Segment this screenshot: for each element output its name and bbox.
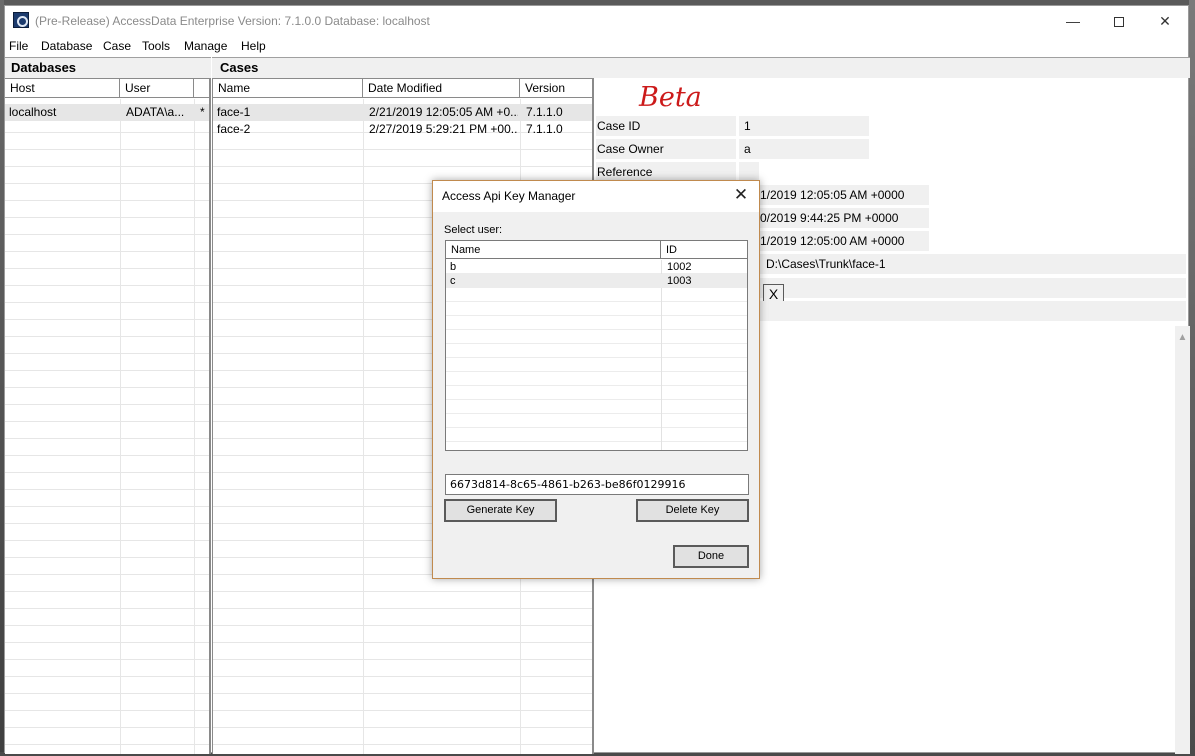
modified-date-value: 1/2019 12:05:00 AM +0000 <box>755 231 929 251</box>
user-id-cell: 1002 <box>667 261 692 273</box>
column-divider <box>194 99 195 754</box>
table-row[interactable]: face-1 2/21/2019 12:05:05 AM +0... 7.1.1… <box>213 104 592 121</box>
user-list[interactable]: Name ID b 1002 c 1003 <box>445 240 748 451</box>
api-key-field[interactable]: 6673d814-8c65-4861-b263-be86f0129916 <box>445 474 749 495</box>
accessed-date-value: 0/2019 9:44:25 PM +0000 <box>755 208 929 228</box>
case-id-label: Case ID <box>596 116 736 136</box>
list-item[interactable]: b 1002 <box>446 260 747 274</box>
dialog-title-bar[interactable]: Access Api Key Manager ✕ <box>433 181 759 212</box>
reference-value <box>739 162 759 182</box>
maximize-button[interactable] <box>1096 6 1142 36</box>
scroll-up-arrow-icon[interactable]: ▲ <box>1175 332 1190 343</box>
menu-help[interactable]: Help <box>241 39 266 53</box>
case-id-value: 1 <box>739 116 869 136</box>
databases-grid: Host User localhost ADATA\a... * <box>5 78 211 754</box>
user-name-cell: c <box>450 275 456 287</box>
column-header-marker[interactable] <box>194 79 209 98</box>
detail-row-blank <box>755 301 1186 321</box>
case-owner-value: a <box>739 139 869 159</box>
case-name-cell: face-2 <box>217 122 251 136</box>
menu-manage[interactable]: Manage <box>184 39 227 53</box>
created-date-value: 1/2019 12:05:05 AM +0000 <box>755 185 929 205</box>
case-date-cell: 2/27/2019 5:29:21 PM +00... <box>369 122 518 136</box>
minimize-button[interactable]: — <box>1050 6 1096 36</box>
user-id-cell: 1003 <box>667 275 692 287</box>
databases-grid-header: Host User <box>5 79 209 98</box>
column-header-user-id[interactable]: ID <box>661 241 747 259</box>
databases-grid-body <box>5 99 209 754</box>
beta-label: Beta <box>639 82 702 113</box>
db-host-cell: localhost <box>9 105 57 119</box>
details-scrollbar[interactable]: ▲ <box>1175 326 1190 754</box>
column-divider <box>661 260 662 450</box>
title-bar[interactable]: (Pre-Release) AccessData Enterprise Vers… <box>5 6 1188 36</box>
case-owner-label: Case Owner <box>596 139 736 159</box>
case-date-cell: 2/21/2019 12:05:05 AM +0... <box>369 105 518 119</box>
cases-header: Cases <box>212 57 594 78</box>
menu-case[interactable]: Case <box>103 39 131 53</box>
generate-key-button[interactable]: Generate Key <box>444 499 557 522</box>
column-header-user-name[interactable]: Name <box>446 241 661 259</box>
table-row[interactable]: face-2 2/27/2019 5:29:21 PM +00... 7.1.1… <box>213 121 592 138</box>
select-user-label: Select user: <box>444 224 503 236</box>
databases-header: Databases <box>5 57 211 78</box>
delete-key-button[interactable]: Delete Key <box>636 499 749 522</box>
done-button[interactable]: Done <box>673 545 749 568</box>
menu-bar: File Database Case Tools Manage Help <box>5 36 1188 56</box>
menu-database[interactable]: Database <box>41 39 92 53</box>
reference-label: Reference <box>596 162 736 182</box>
column-header-version[interactable]: Version <box>520 79 592 98</box>
column-header-host[interactable]: Host <box>5 79 120 98</box>
user-list-header: Name ID <box>446 241 747 259</box>
db-user-cell: ADATA\a... <box>126 105 185 119</box>
window-title: (Pre-Release) AccessData Enterprise Vers… <box>35 14 430 28</box>
cases-grid-header: Name Date Modified Version <box>213 79 592 98</box>
user-list-body <box>446 260 747 450</box>
menu-file[interactable]: File <box>9 39 28 53</box>
column-header-name[interactable]: Name <box>213 79 363 98</box>
dialog-title: Access Api Key Manager <box>442 189 576 203</box>
column-header-user[interactable]: User <box>120 79 194 98</box>
close-window-button[interactable]: ✕ <box>1142 6 1188 36</box>
maximize-icon <box>1114 17 1124 28</box>
column-header-date-modified[interactable]: Date Modified <box>363 79 520 98</box>
case-version-cell: 7.1.1.0 <box>526 105 563 119</box>
detail-row-blank <box>755 278 1186 298</box>
case-name-cell: face-1 <box>217 105 251 119</box>
app-magnifier-icon <box>13 12 29 28</box>
column-divider <box>363 99 364 754</box>
api-key-manager-dialog: Access Api Key Manager ✕ Select user: Na… <box>432 180 760 579</box>
user-name-cell: b <box>450 261 457 273</box>
column-divider <box>120 99 121 754</box>
header-strip <box>594 57 1190 78</box>
case-version-cell: 7.1.1.0 <box>526 122 563 136</box>
list-item[interactable]: c 1003 <box>446 274 747 288</box>
dialog-close-button[interactable]: ✕ <box>731 185 751 205</box>
db-marker-cell: * <box>200 105 205 119</box>
case-path-value: D:\Cases\Trunk\face-1 <box>755 254 1186 274</box>
table-row[interactable]: localhost ADATA\a... * <box>5 104 209 121</box>
menu-tools[interactable]: Tools <box>142 39 170 53</box>
